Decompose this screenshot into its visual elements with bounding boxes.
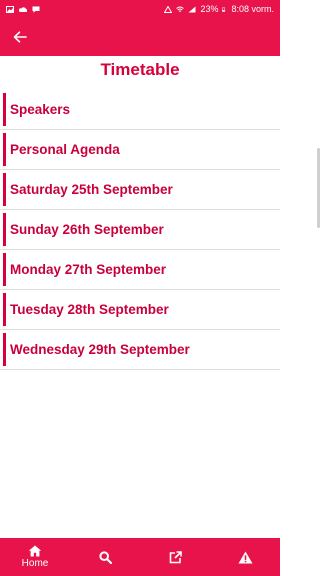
list-item-saturday[interactable]: Saturday 25th September xyxy=(0,170,280,210)
list-item-monday[interactable]: Monday 27th September xyxy=(0,250,280,290)
timetable-list: Speakers Personal Agenda Saturday 25th S… xyxy=(0,90,280,370)
list-item-label: Saturday 25th September xyxy=(10,182,173,197)
cloud-notification-icon xyxy=(19,6,27,12)
bottom-navigation: Home xyxy=(0,538,280,576)
list-item-label: Monday 27th September xyxy=(10,262,167,277)
wifi-icon xyxy=(176,6,185,12)
back-button[interactable] xyxy=(10,27,30,47)
list-item-label: Sunday 26th September xyxy=(10,222,164,237)
clock: 8:08 vorm. xyxy=(231,4,274,14)
message-notification-icon xyxy=(32,6,40,13)
image-notification-icon xyxy=(6,5,14,13)
warning-icon xyxy=(238,551,252,563)
list-item-label: Speakers xyxy=(10,102,71,117)
nav-warning[interactable] xyxy=(210,538,280,576)
list-item-personal-agenda[interactable]: Personal Agenda xyxy=(0,130,280,170)
list-item-speakers[interactable]: Speakers xyxy=(0,90,280,130)
home-icon xyxy=(28,545,42,557)
search-icon xyxy=(98,550,112,564)
external-link-icon xyxy=(169,550,182,563)
arrow-left-icon xyxy=(13,31,27,43)
page-title: Timetable xyxy=(100,60,180,79)
list-item-tuesday[interactable]: Tuesday 28th September xyxy=(0,290,280,330)
signal-icon xyxy=(188,6,196,12)
list-item-sunday[interactable]: Sunday 26th September xyxy=(0,210,280,250)
battery-icon xyxy=(222,7,226,12)
nav-home-label: Home xyxy=(21,558,49,569)
app-bar xyxy=(0,18,280,56)
list-item-wednesday[interactable]: Wednesday 29th September xyxy=(0,330,280,370)
nav-external-link[interactable] xyxy=(140,538,210,576)
list-item-label: Tuesday 28th September xyxy=(10,302,169,317)
nav-home[interactable]: Home xyxy=(0,538,70,576)
list-item-label: Wednesday 29th September xyxy=(10,342,190,357)
battery-percent: 23% xyxy=(200,4,219,14)
status-bar: 23% 8:08 vorm. xyxy=(0,0,280,18)
alert-status-icon xyxy=(164,5,173,13)
list-item-label: Personal Agenda xyxy=(10,142,120,157)
nav-search[interactable] xyxy=(70,538,140,576)
